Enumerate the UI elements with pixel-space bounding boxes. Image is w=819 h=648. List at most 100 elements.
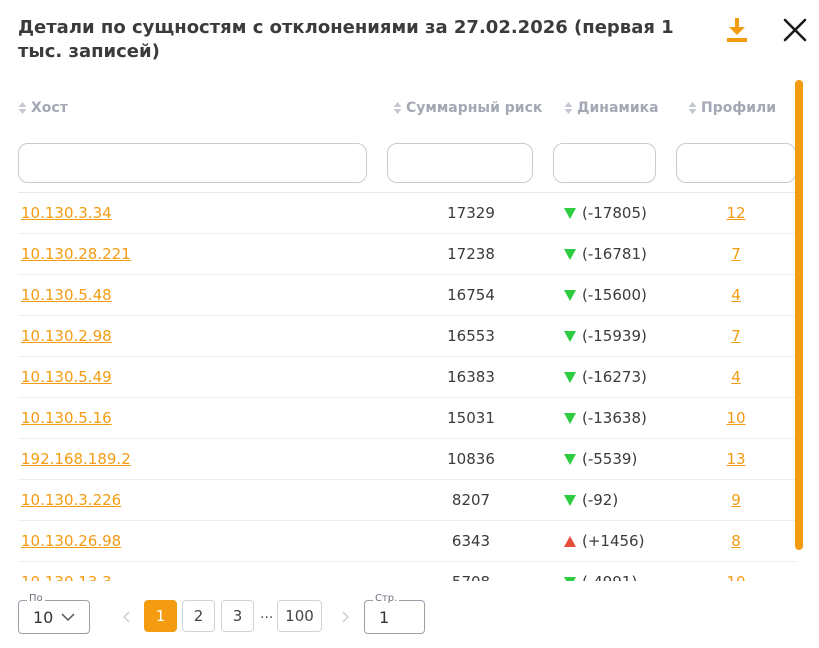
dynamics-cell: (-16781) <box>564 234 647 275</box>
pagination: По 10 1 2 3 ... 100 Стр. 1 <box>18 593 808 644</box>
column-header-risk[interactable]: Суммарный риск <box>393 100 542 116</box>
per-page-select[interactable]: По 10 <box>18 593 90 634</box>
profiles-link[interactable]: 4 <box>718 357 754 398</box>
risk-value: 17329 <box>447 204 495 222</box>
dynamics-value: (-4991) <box>582 562 637 581</box>
scrollbar[interactable] <box>795 80 803 550</box>
dynamics-cell: (-15600) <box>564 275 647 316</box>
dynamics-cell: (-17805) <box>564 193 647 234</box>
triangle-down-icon <box>564 208 576 219</box>
page-number-input[interactable]: Стр. 1 <box>364 593 425 634</box>
profiles-link[interactable]: 7 <box>718 234 754 275</box>
risk-value: 16754 <box>447 286 495 304</box>
host-link[interactable]: 10.130.5.48 <box>21 275 112 316</box>
dynamics-value: (-92) <box>582 491 619 509</box>
column-header-profiles[interactable]: Профили <box>688 100 776 116</box>
next-page-arrow-icon[interactable] <box>340 610 350 624</box>
risk-filter-input[interactable] <box>387 143 533 183</box>
triangle-down-icon <box>564 577 576 581</box>
host-link[interactable]: 10.130.5.49 <box>21 357 112 398</box>
risk-value: 10836 <box>447 450 495 468</box>
triangle-down-icon <box>564 495 576 506</box>
profiles-link[interactable]: 13 <box>718 439 754 480</box>
column-header-dynamics[interactable]: Динамика <box>564 100 659 116</box>
triangle-down-icon <box>564 454 576 465</box>
table-row: 10.130.5.16 15031 (-13638) 10 <box>18 398 796 439</box>
column-label-risk: Суммарный риск <box>406 100 543 116</box>
profiles-link[interactable]: 10 <box>718 398 754 439</box>
close-icon <box>783 18 807 42</box>
dynamics-cell: (+1456) <box>564 521 644 562</box>
column-label-host: Хост <box>31 100 68 116</box>
table-body: 10.130.3.34 17329 (-17805) 12 10.130.28.221 1… <box>18 193 796 581</box>
host-filter-input[interactable] <box>18 143 367 183</box>
table-row: 192.168.189.2 10836 (-5539) 13 <box>18 439 796 480</box>
table-row: 10.130.26.98 6343 (+1456) 8 <box>18 521 796 562</box>
host-link[interactable]: 10.130.2.98 <box>21 316 112 357</box>
triangle-down-icon <box>564 290 576 301</box>
sort-icon <box>18 102 27 114</box>
table-row: 10.130.13.3 5708 (-4991) 10 <box>18 562 796 581</box>
risk-value: 16553 <box>447 327 495 345</box>
download-icon <box>727 18 747 42</box>
profiles-link[interactable]: 7 <box>718 316 754 357</box>
close-button[interactable] <box>781 16 809 44</box>
host-link[interactable]: 10.130.26.98 <box>21 521 121 562</box>
page-button-last[interactable]: 100 <box>277 600 322 632</box>
table-row: 10.130.3.34 17329 (-17805) 12 <box>18 193 796 234</box>
download-button[interactable] <box>724 16 750 44</box>
table-row: 10.130.5.49 16383 (-16273) 4 <box>18 357 796 398</box>
chevron-down-icon <box>61 613 75 622</box>
dynamics-cell: (-92) <box>564 480 618 521</box>
host-link[interactable]: 10.130.3.34 <box>21 193 112 234</box>
pagination-ellipsis: ... <box>260 606 274 622</box>
scrollbar-thumb[interactable] <box>795 80 803 550</box>
sort-icon <box>393 102 402 114</box>
column-header-host[interactable]: Хост <box>18 100 68 116</box>
host-link[interactable]: 192.168.189.2 <box>21 439 131 480</box>
host-link[interactable]: 10.130.13.3 <box>21 562 112 581</box>
triangle-down-icon <box>564 413 576 424</box>
profiles-link[interactable]: 9 <box>718 480 754 521</box>
dynamics-filter-input[interactable] <box>553 143 656 183</box>
column-label-dynamics: Динамика <box>577 100 659 116</box>
host-link[interactable]: 10.130.5.16 <box>21 398 112 439</box>
sort-icon <box>564 102 573 114</box>
page-button-3[interactable]: 3 <box>221 600 254 632</box>
host-link[interactable]: 10.130.28.221 <box>21 234 131 275</box>
dynamics-cell: (-15939) <box>564 316 647 357</box>
page-input-value: 1 <box>379 608 390 627</box>
profiles-link[interactable]: 10 <box>718 562 754 581</box>
host-link[interactable]: 10.130.3.226 <box>21 480 121 521</box>
prev-page-arrow-icon[interactable] <box>122 610 132 624</box>
sort-icon <box>688 102 697 114</box>
triangle-down-icon <box>564 249 576 260</box>
table-row: 10.130.2.98 16553 (-15939) 7 <box>18 316 796 357</box>
risk-value: 6343 <box>451 532 491 550</box>
page-button-2[interactable]: 2 <box>182 600 215 632</box>
table-row: 10.130.3.226 8207 (-92) 9 <box>18 480 796 521</box>
dynamics-cell: (-5539) <box>564 439 637 480</box>
per-page-label: По <box>27 593 45 605</box>
dynamics-value: (-16781) <box>582 245 647 263</box>
dialog-title: Детали по сущностям с отклонениями за 27… <box>18 17 674 62</box>
page-button-1[interactable]: 1 <box>144 600 177 632</box>
risk-value: 8207 <box>451 491 491 509</box>
entities-table: Хост Суммарный риск Динамика Профили 10.… <box>18 84 796 581</box>
dynamics-cell: (-16273) <box>564 357 647 398</box>
profiles-link[interactable]: 8 <box>718 521 754 562</box>
profiles-filter-input[interactable] <box>676 143 796 183</box>
dynamics-value: (-5539) <box>582 450 638 468</box>
profiles-link[interactable]: 12 <box>718 193 754 234</box>
profiles-link[interactable]: 4 <box>718 275 754 316</box>
table-row: 10.130.28.221 17238 (-16781) 7 <box>18 234 796 275</box>
triangle-down-icon <box>564 331 576 342</box>
column-label-profiles: Профили <box>701 100 777 116</box>
table-row: 10.130.5.48 16754 (-15600) 4 <box>18 275 796 316</box>
dynamics-cell: (-4991) <box>564 562 637 581</box>
triangle-down-icon <box>564 372 576 383</box>
risk-value: 17238 <box>447 245 495 263</box>
risk-value: 16383 <box>447 368 495 386</box>
per-page-value: 10 <box>33 608 54 627</box>
dynamics-value: (+1456) <box>582 532 645 550</box>
